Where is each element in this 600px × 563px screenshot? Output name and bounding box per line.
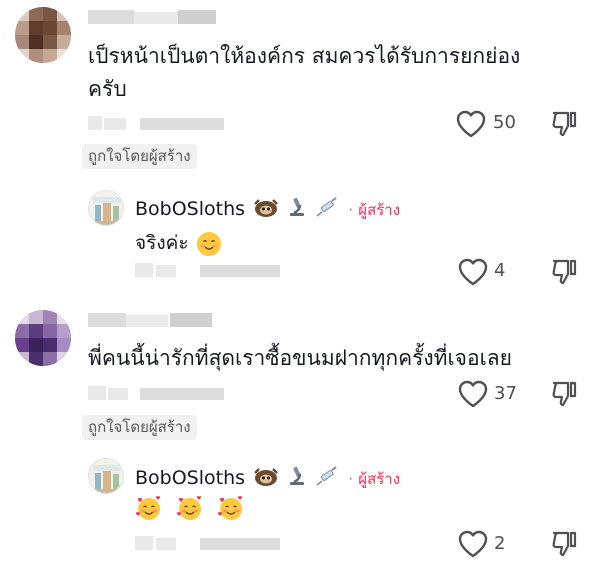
dislike-icon xyxy=(552,259,577,285)
sloth-emoji xyxy=(253,198,279,222)
smiling-face-with-hearts-emoji xyxy=(135,495,163,525)
comment-text: พี่คนนี้น่ารักที่สุดเราซื้อขนมฝากทุกครั้… xyxy=(88,346,512,370)
reply-header: BobOSloths · ผู้สร้าง xyxy=(135,196,400,222)
like-count: 37 xyxy=(494,383,517,404)
heart-outline-icon xyxy=(456,110,486,138)
heart-outline-icon xyxy=(458,530,488,558)
dislike-icon xyxy=(552,381,577,407)
reply-emoji-row xyxy=(135,495,245,525)
syringe-emoji xyxy=(315,196,339,222)
comment-text-line: เป็รหน้าเป็นตาให้องค์กร สมควรได้รับการยก… xyxy=(88,44,521,68)
reply-like-count: 2 xyxy=(494,533,506,554)
reply-text-content: จริงค่ะ xyxy=(135,232,189,254)
dislike-icon xyxy=(552,531,577,557)
separator-dot: · xyxy=(348,470,354,488)
commenter-avatar-blurred[interactable] xyxy=(15,310,71,366)
reply-username[interactable]: BobOSloths xyxy=(135,467,245,489)
dislike-button[interactable] xyxy=(550,380,578,412)
like-button[interactable] xyxy=(458,380,488,412)
comment-text: เป็รหน้าเป็นตาให้องค์กร สมควรได้รับการยก… xyxy=(88,40,520,106)
comment-text-line: ครับ xyxy=(88,77,127,101)
smiling-face-with-hearts-emoji xyxy=(217,495,245,525)
reply-username[interactable]: BobOSloths xyxy=(135,198,245,220)
smiling-face-with-hearts-emoji xyxy=(176,495,204,525)
creator-avatar[interactable] xyxy=(88,190,124,226)
liked-by-creator-tag: ถูกใจโดยผู้สร้าง xyxy=(82,415,197,440)
dislike-button[interactable] xyxy=(550,110,578,142)
separator-dot: · xyxy=(348,201,354,219)
dislike-icon xyxy=(552,111,577,137)
creator-badge: ผู้สร้าง xyxy=(358,201,401,219)
heart-outline-icon xyxy=(458,258,488,286)
reply-text: จริงค่ะ xyxy=(135,228,221,258)
commenter-avatar-blurred[interactable] xyxy=(15,7,71,63)
liked-by-creator-tag: ถูกใจโดยผู้สร้าง xyxy=(82,144,197,169)
like-count: 50 xyxy=(493,112,516,133)
reply-like-count: 4 xyxy=(494,260,506,281)
reply-like-button[interactable] xyxy=(458,530,488,562)
syringe-emoji xyxy=(315,465,339,491)
sloth-emoji xyxy=(253,467,279,491)
reply-like-button[interactable] xyxy=(458,258,488,290)
reply-header: BobOSloths · ผู้สร้าง xyxy=(135,465,400,491)
creator-badge: ผู้สร้าง xyxy=(358,470,401,488)
reply-dislike-button[interactable] xyxy=(550,530,578,562)
reply-dislike-button[interactable] xyxy=(550,258,578,290)
heart-outline-icon xyxy=(458,380,488,408)
smiling-face-emoji xyxy=(196,231,221,256)
microscope-emoji xyxy=(286,465,308,491)
like-button[interactable] xyxy=(456,110,486,142)
microscope-emoji xyxy=(286,196,308,222)
creator-avatar[interactable] xyxy=(88,458,124,494)
